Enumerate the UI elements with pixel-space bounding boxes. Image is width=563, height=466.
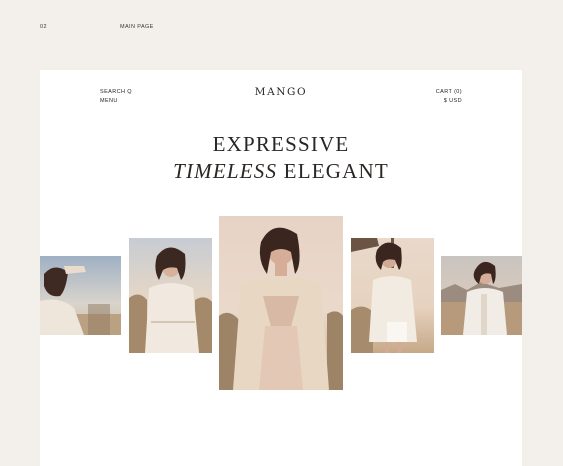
hero-line-2: TIMELESS ELEGANT bbox=[40, 158, 522, 185]
hero-line-2-rest: ELEGANT bbox=[283, 159, 389, 183]
hero-headline: EXPRESSIVE TIMELESS ELEGANT bbox=[40, 131, 522, 185]
model-photo-icon bbox=[219, 216, 343, 390]
currency-selector[interactable]: $ USD bbox=[436, 97, 462, 106]
hero-italic-word: TIMELESS bbox=[173, 159, 278, 183]
website-preview-card: SEARCH Q MENU MANGO CART (0) $ USD EXPRE… bbox=[40, 70, 522, 466]
gallery-photo-5[interactable] bbox=[441, 256, 522, 335]
gallery-photo-4[interactable] bbox=[351, 238, 434, 353]
gallery-photo-3[interactable] bbox=[219, 216, 343, 390]
model-photo-icon bbox=[129, 238, 212, 353]
header-right-nav: CART (0) $ USD bbox=[436, 88, 462, 106]
page-label: MAIN PAGE bbox=[120, 24, 154, 30]
model-photo-icon bbox=[351, 238, 434, 353]
menu-link[interactable]: MENU bbox=[100, 97, 132, 106]
cart-link[interactable]: CART (0) bbox=[436, 88, 462, 97]
model-photo-icon bbox=[40, 256, 121, 335]
gallery-photo-2[interactable] bbox=[129, 238, 212, 353]
page-number: 02 bbox=[40, 24, 47, 30]
hero-line-1: EXPRESSIVE bbox=[212, 132, 350, 156]
model-photo-icon bbox=[441, 256, 522, 335]
gallery-photo-1[interactable] bbox=[40, 256, 121, 335]
